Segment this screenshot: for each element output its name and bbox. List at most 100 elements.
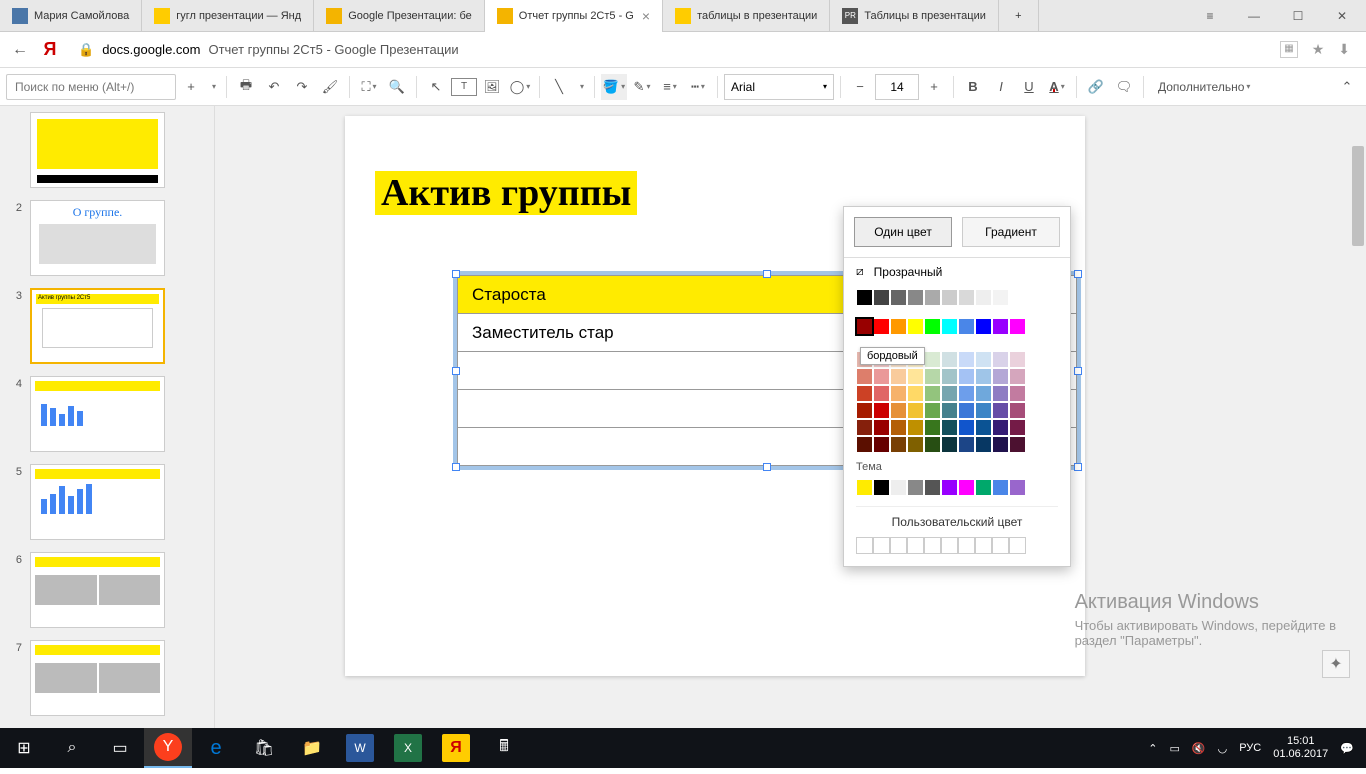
slide-thumbnail[interactable]: 7 [0,634,214,722]
color-swatch[interactable] [890,318,907,335]
color-swatch[interactable] [1009,479,1026,496]
color-swatch[interactable] [958,351,975,368]
color-tab-single[interactable]: Один цвет [854,217,952,247]
color-swatch[interactable] [1009,289,1026,306]
color-swatch[interactable] [941,419,958,436]
slide-title-text[interactable]: Актив группы [375,171,637,215]
color-swatch[interactable] [941,289,958,306]
custom-color-slot[interactable] [1009,537,1026,554]
print-icon[interactable]: 🖶 [233,74,259,100]
color-swatch[interactable] [1009,436,1026,453]
feedback-button[interactable]: ✦ [1322,650,1350,678]
transparent-option[interactable]: ⧄ Прозрачный [844,258,1070,285]
window-close-icon[interactable]: ✕ [1330,9,1354,23]
color-swatch[interactable] [907,318,924,335]
color-swatch[interactable] [890,368,907,385]
window-minimize-icon[interactable]: — [1242,9,1266,23]
window-maximize-icon[interactable]: ☐ [1286,9,1310,23]
custom-color-slot[interactable] [975,537,992,554]
border-weight-button[interactable]: ≡ [657,74,683,100]
slide-thumbnail[interactable] [0,106,214,194]
color-swatch[interactable] [941,351,958,368]
font-size-dec[interactable]: − [847,74,873,100]
undo-icon[interactable]: ↶ [261,74,287,100]
new-tab-button[interactable]: + [999,0,1039,32]
color-swatch[interactable] [924,289,941,306]
paint-format-icon[interactable]: 🖌 [317,74,343,100]
color-tab-gradient[interactable]: Градиент [962,217,1060,247]
select-tool-icon[interactable]: ↖ [423,74,449,100]
new-slide-dropdown[interactable] [206,74,220,100]
color-swatch[interactable] [907,289,924,306]
font-size-input[interactable]: 14 [875,74,919,100]
wifi-icon[interactable]: ◡ [1218,742,1228,755]
color-swatch[interactable] [856,436,873,453]
color-swatch[interactable] [873,419,890,436]
notifications-icon[interactable]: 💬 [1340,742,1354,755]
custom-color-slot[interactable] [856,537,873,554]
color-swatch[interactable] [890,419,907,436]
insert-comment-icon[interactable]: 🗨 [1111,74,1137,100]
color-swatch[interactable] [907,419,924,436]
text-color-button[interactable]: A [1044,74,1070,100]
line-tool-icon[interactable]: ╲ [546,74,572,100]
font-family-select[interactable]: Arial▾ [724,74,834,100]
color-swatch[interactable] [873,479,890,496]
color-swatch[interactable] [924,419,941,436]
underline-button[interactable]: U [1016,74,1042,100]
bold-button[interactable]: B [960,74,986,100]
font-size-inc[interactable]: + [921,74,947,100]
custom-color-slot[interactable] [958,537,975,554]
color-swatch[interactable] [958,368,975,385]
color-swatch[interactable] [873,385,890,402]
color-swatch[interactable] [941,479,958,496]
image-tool-icon[interactable]: 🖼 [479,74,505,100]
slide-thumbnail[interactable]: 3Актив группы 2Ст5 [0,282,214,370]
slide-canvas[interactable]: Актив группы СтаростаРезедаЗаместитель с… [215,106,1366,728]
color-swatch[interactable] [975,402,992,419]
color-swatch[interactable] [890,289,907,306]
color-swatch[interactable] [992,419,1009,436]
color-swatch[interactable] [958,419,975,436]
color-swatch[interactable] [992,479,1009,496]
color-swatch[interactable] [907,479,924,496]
explorer-icon[interactable]: 📁 [288,728,336,768]
custom-color-slot[interactable] [941,537,958,554]
color-swatch[interactable] [958,479,975,496]
color-swatch[interactable] [958,318,975,335]
textbox-tool-icon[interactable]: T [451,78,477,96]
color-swatch[interactable] [856,479,873,496]
shape-tool-icon[interactable]: ◯ [507,74,533,100]
protect-icon[interactable]: ▦ [1280,41,1297,58]
color-swatch[interactable] [873,402,890,419]
color-swatch[interactable] [958,385,975,402]
word-icon[interactable]: W [336,728,384,768]
color-swatch[interactable] [992,351,1009,368]
yandex-browser-icon[interactable]: Y [144,728,192,768]
search-icon[interactable]: ⌕ [48,728,96,768]
download-icon[interactable]: ⬇ [1338,41,1350,58]
color-swatch[interactable] [941,318,958,335]
table-cell[interactable] [458,352,861,390]
browser-menu-icon[interactable]: ≡ [1198,9,1222,23]
color-swatch[interactable] [856,419,873,436]
start-button[interactable]: ⊞ [0,728,48,768]
custom-color-button[interactable]: Пользовательский цвет [844,507,1070,533]
slide-thumbnail[interactable]: 2О группе. [0,194,214,282]
calculator-icon[interactable]: 🖩 [480,728,528,768]
color-swatch[interactable] [941,402,958,419]
color-swatch[interactable] [856,402,873,419]
border-dash-button[interactable]: ┅ [685,74,711,100]
color-swatch[interactable] [924,351,941,368]
color-swatch[interactable] [873,368,890,385]
color-swatch[interactable] [890,385,907,402]
color-swatch[interactable] [890,402,907,419]
color-swatch[interactable] [924,436,941,453]
color-swatch[interactable] [958,402,975,419]
color-swatch[interactable] [907,368,924,385]
color-swatch[interactable] [1009,351,1026,368]
color-swatch[interactable] [873,318,890,335]
browser-tab[interactable]: Google Презентации: бе [314,0,485,32]
custom-color-slot[interactable] [890,537,907,554]
color-swatch[interactable] [975,351,992,368]
